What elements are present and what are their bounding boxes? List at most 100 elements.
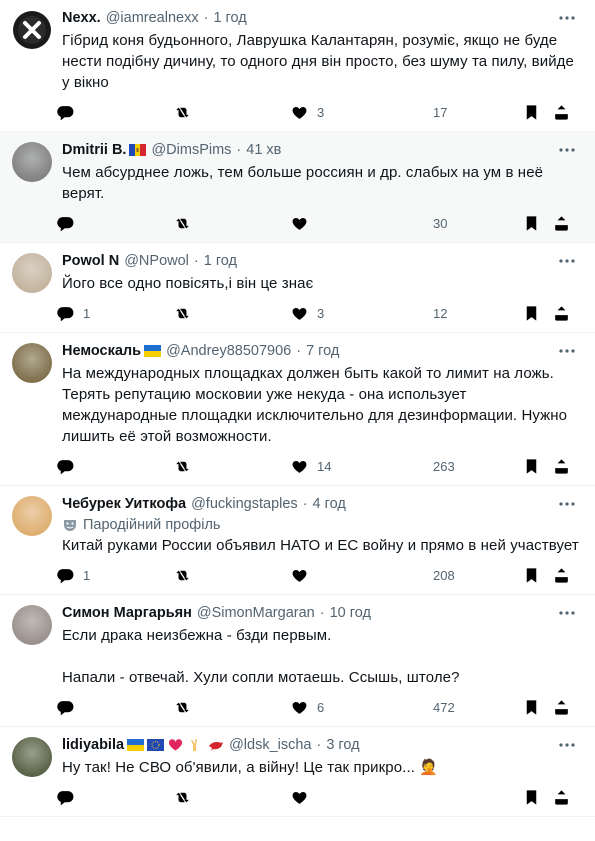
heart-button[interactable] <box>290 214 406 233</box>
more-icon[interactable] <box>557 737 577 753</box>
reply-icon <box>56 698 75 717</box>
repost-icon <box>173 457 192 476</box>
author-name[interactable]: lidiyabila <box>62 737 124 753</box>
avatar[interactable] <box>12 253 52 293</box>
more-icon[interactable] <box>557 142 577 158</box>
reply-icon <box>56 788 75 807</box>
bookmark-icon <box>522 566 541 585</box>
heart-button[interactable]: 14 <box>290 457 406 476</box>
avatar[interactable] <box>12 142 52 182</box>
author-name[interactable]: Чебурек Уиткофа <box>62 496 186 512</box>
reply-button[interactable] <box>56 788 173 807</box>
more-icon[interactable] <box>557 10 577 26</box>
views-button[interactable]: 12 <box>406 304 522 323</box>
reply-button[interactable] <box>56 214 173 233</box>
reply-tweet[interactable]: Чебурек Уиткофа @fuckingstaples · 4 год Паро… <box>0 486 595 595</box>
share-button[interactable] <box>552 788 572 807</box>
avatar[interactable] <box>12 737 52 777</box>
bookmark-button[interactable] <box>522 103 552 122</box>
author-handle[interactable]: @NPowol <box>124 253 189 269</box>
tweet-text-line: Ну так! Не СВО об'явили, а війну! Це так… <box>62 759 439 776</box>
views-button[interactable]: 30 <box>406 214 522 233</box>
views-button[interactable]: 263 <box>406 457 522 476</box>
repost-button[interactable] <box>173 214 290 233</box>
reply-icon <box>56 304 75 323</box>
author-handle[interactable]: @Andrey88507906 <box>166 343 291 359</box>
heart-button[interactable] <box>290 788 406 807</box>
separator-dot: · <box>316 737 322 753</box>
timestamp[interactable]: 10 год <box>330 605 371 621</box>
author-flags <box>141 345 162 357</box>
bookmark-button[interactable] <box>522 566 552 585</box>
avatar[interactable] <box>12 343 52 383</box>
views-button[interactable]: 472 <box>406 698 522 717</box>
timestamp[interactable]: 1 год <box>204 253 237 269</box>
reply-button[interactable]: 1 <box>56 304 173 323</box>
author-name[interactable]: Симон Маргарьян <box>62 605 192 621</box>
tweet-header: Симон Маргарьян @SimonMargaran · 10 год <box>62 603 579 623</box>
tweet-actions: 1 3 12 <box>56 294 581 332</box>
avatar[interactable] <box>12 496 52 536</box>
bookmark-icon <box>522 788 541 807</box>
views-button[interactable]: 17 <box>406 103 522 122</box>
heart-button[interactable]: 3 <box>290 304 406 323</box>
author-handle[interactable]: @SimonMargaran <box>197 605 315 621</box>
bookmark-button[interactable] <box>522 698 552 717</box>
tweet-text-line: На международных площадках должен быть к… <box>62 365 568 445</box>
tweet-text: На международных площадках должен быть к… <box>62 363 579 447</box>
share-button[interactable] <box>552 304 572 323</box>
author-name[interactable]: Dmitrii B. <box>62 142 126 158</box>
avatar[interactable] <box>12 10 52 50</box>
views-button[interactable]: 208 <box>406 566 522 585</box>
author-handle[interactable]: @fuckingstaples <box>191 496 298 512</box>
reply-button[interactable] <box>56 698 173 717</box>
repost-button[interactable] <box>173 566 290 585</box>
more-icon[interactable] <box>557 253 577 269</box>
bookmark-button[interactable] <box>522 214 552 233</box>
share-button[interactable] <box>552 103 572 122</box>
author-name[interactable]: Немоскаль <box>62 343 141 359</box>
repost-button[interactable] <box>173 788 290 807</box>
author-handle[interactable]: @ldsk_ischa <box>229 737 311 753</box>
author-name[interactable]: Nexx. <box>62 10 101 26</box>
share-button[interactable] <box>552 457 572 476</box>
author-handle[interactable]: @iamrealnexx <box>106 10 199 26</box>
reply-tweet[interactable]: Симон Маргарьян @SimonMargaran · 10 год Если… <box>0 595 595 727</box>
timestamp[interactable]: 3 год <box>326 737 359 753</box>
reply-button[interactable] <box>56 103 173 122</box>
timestamp[interactable]: 1 год <box>213 10 246 26</box>
heart-button[interactable]: 3 <box>290 103 406 122</box>
reply-tweet[interactable]: lidiyabila @ldsk_ischa · 3 год Ну так! Не СВ… <box>0 727 595 817</box>
tweet-text: Гібрид коня будьонного, Лаврушка Каланта… <box>62 30 579 93</box>
reply-tweet[interactable]: Dmitrii B. @DimsPims · 41 хв Чем абсурднее л… <box>0 132 595 243</box>
share-button[interactable] <box>552 566 572 585</box>
bookmark-button[interactable] <box>522 457 552 476</box>
repost-button[interactable] <box>173 457 290 476</box>
timestamp[interactable]: 4 год <box>313 496 346 512</box>
reply-tweet[interactable]: Nexx. @iamrealnexx · 1 год Гібрид коня будьо… <box>0 0 595 132</box>
bookmark-button[interactable] <box>522 788 552 807</box>
more-icon[interactable] <box>557 605 577 621</box>
reply-tweet[interactable]: Немоскаль @Andrey88507906 · 7 год На междуна… <box>0 333 595 486</box>
parody-mask-icon <box>64 520 76 531</box>
timestamp[interactable]: 7 год <box>306 343 339 359</box>
author-name[interactable]: Powol N <box>62 253 119 269</box>
heart-button[interactable]: 6 <box>290 698 406 717</box>
bookmark-button[interactable] <box>522 304 552 323</box>
more-icon[interactable] <box>557 496 577 512</box>
repost-button[interactable] <box>173 304 290 323</box>
repost-button[interactable] <box>173 698 290 717</box>
views-button[interactable] <box>406 788 522 807</box>
reply-button[interactable]: 1 <box>56 566 173 585</box>
count: 14 <box>317 458 332 474</box>
timestamp[interactable]: 41 хв <box>246 142 281 158</box>
avatar[interactable] <box>12 605 52 645</box>
share-button[interactable] <box>552 698 572 717</box>
reply-tweet[interactable]: Powol N @NPowol · 1 год Його все одно повіся… <box>0 243 595 333</box>
share-button[interactable] <box>552 214 572 233</box>
reply-button[interactable] <box>56 457 173 476</box>
heart-button[interactable] <box>290 566 406 585</box>
author-handle[interactable]: @DimsPims <box>151 142 231 158</box>
more-icon[interactable] <box>557 343 577 359</box>
repost-button[interactable] <box>173 103 290 122</box>
